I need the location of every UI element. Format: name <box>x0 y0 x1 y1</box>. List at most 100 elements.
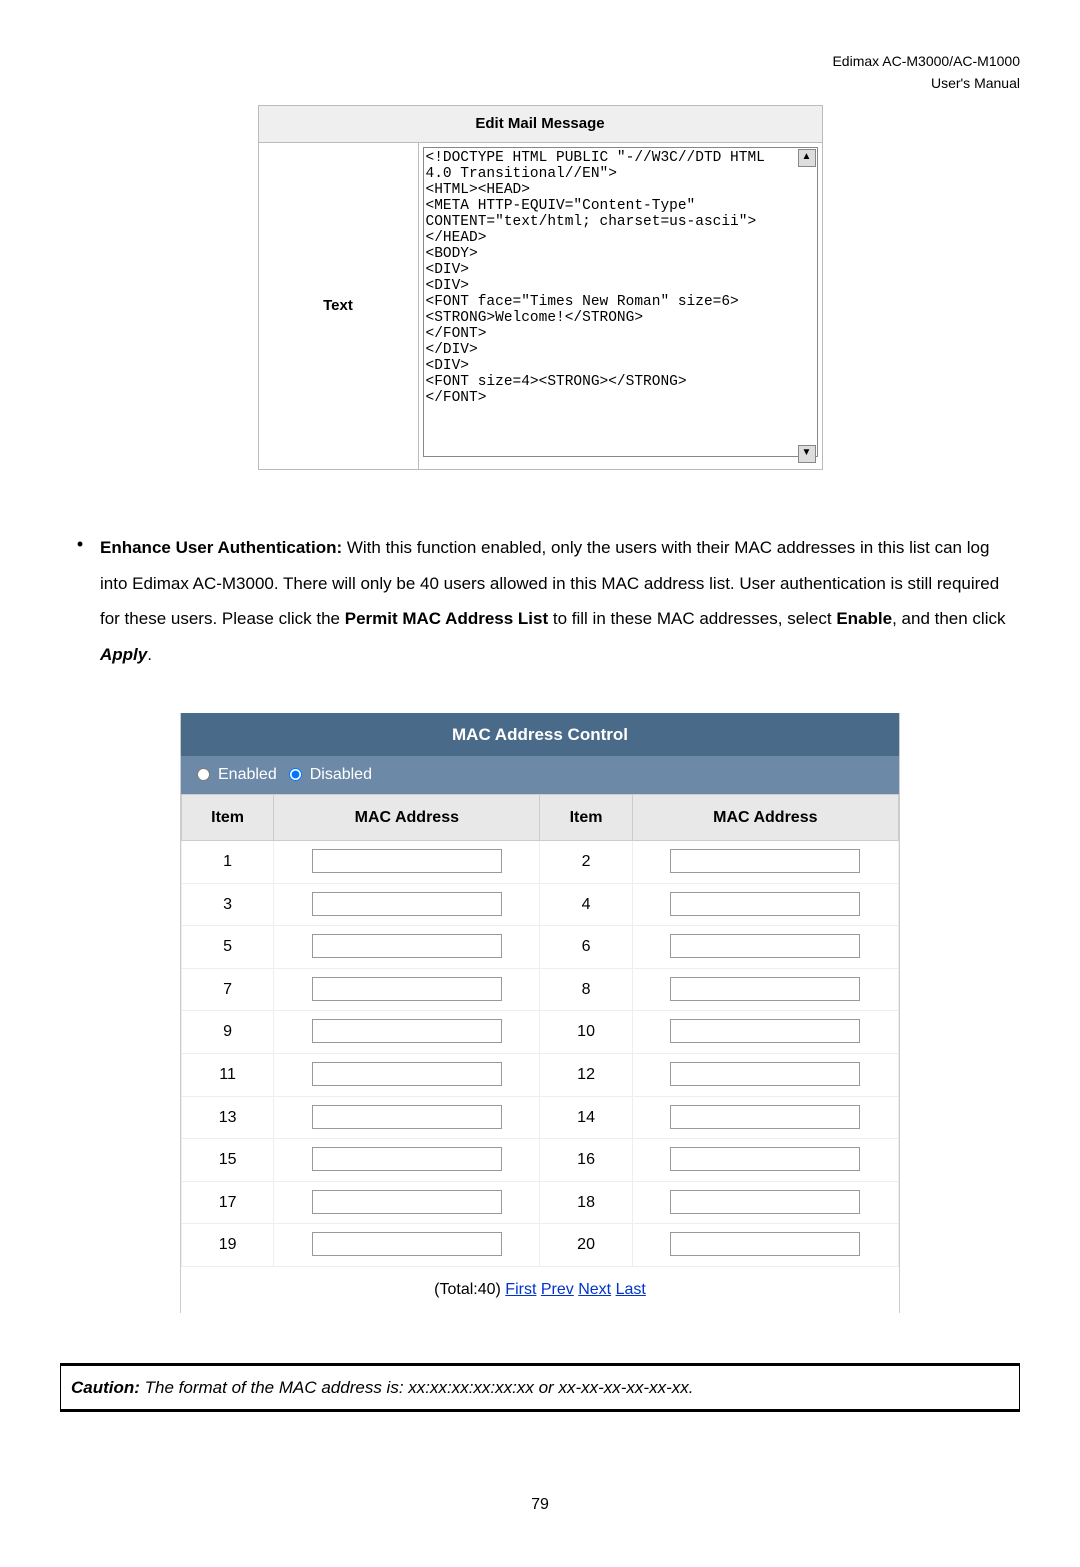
mac-input[interactable] <box>312 1147 502 1171</box>
table-row: 910 <box>182 1011 899 1054</box>
mac-input[interactable] <box>670 1190 860 1214</box>
enabled-label: Enabled <box>218 762 277 788</box>
mac-paging: (Total:40) First Prev Next Last <box>181 1267 899 1313</box>
paragraph-lead: Enhance User Authentication: <box>100 538 342 557</box>
table-row: 11 12 <box>182 1054 899 1097</box>
paragraph-body4: . <box>147 645 152 664</box>
doc-type: User's Manual <box>931 75 1020 91</box>
item-cell: 12 <box>540 1054 632 1097</box>
mac-cell <box>632 841 898 884</box>
item-cell: 16 <box>540 1139 632 1182</box>
product-name: Edimax AC-M3000/AC-M1000 <box>832 53 1020 69</box>
paragraph-enhance-auth: • Enhance User Authentication: With this… <box>60 530 1020 673</box>
radio-enabled[interactable] <box>197 768 210 781</box>
paragraph-body2: to fill in these MAC addresses, select <box>548 609 836 628</box>
table-row: 34 <box>182 883 899 926</box>
table-row: 12 <box>182 841 899 884</box>
item-cell: 14 <box>540 1096 632 1139</box>
mac-cell <box>632 968 898 1011</box>
bullet-icon: • <box>60 530 100 673</box>
item-cell: 11 <box>182 1054 274 1097</box>
item-cell: 17 <box>182 1181 274 1224</box>
paragraph-strong1: Permit MAC Address List <box>345 609 548 628</box>
mac-cell <box>274 1054 540 1097</box>
page-header: Edimax AC-M3000/AC-M1000 User's Manual <box>60 50 1020 95</box>
mac-input[interactable] <box>312 977 502 1001</box>
item-cell: 3 <box>182 883 274 926</box>
mac-input[interactable] <box>312 1105 502 1129</box>
item-cell: 20 <box>540 1224 632 1267</box>
edit-mail-title: Edit Mail Message <box>259 106 822 143</box>
mac-cell <box>274 841 540 884</box>
mac-input[interactable] <box>670 1105 860 1129</box>
mac-input[interactable] <box>670 977 860 1001</box>
table-row: 13 14 <box>182 1096 899 1139</box>
item-cell: 18 <box>540 1181 632 1224</box>
mac-input[interactable] <box>670 934 860 958</box>
mac-input[interactable] <box>670 849 860 873</box>
table-row: 1516 <box>182 1139 899 1182</box>
mac-input[interactable] <box>312 1019 502 1043</box>
scroll-up-icon[interactable]: ▲ <box>798 149 816 167</box>
paragraph-strong3: Apply <box>100 645 147 664</box>
mac-cell <box>632 883 898 926</box>
table-row: 1920 <box>182 1224 899 1267</box>
edit-mail-message-panel: Edit Mail Message Text ▲ ▼ <box>258 105 823 470</box>
edit-mail-textarea[interactable] <box>423 147 818 457</box>
mac-cell <box>274 926 540 969</box>
mac-cell <box>632 1224 898 1267</box>
mac-cell <box>632 1054 898 1097</box>
mac-input[interactable] <box>670 1019 860 1043</box>
mac-control-title: MAC Address Control <box>181 713 899 756</box>
mac-input[interactable] <box>312 1190 502 1214</box>
caution-box: Caution: The format of the MAC address i… <box>60 1363 1020 1412</box>
col-mac-2: MAC Address <box>632 794 898 841</box>
paging-prev[interactable]: Prev <box>541 1281 574 1298</box>
paging-total: (Total:40) <box>434 1281 505 1298</box>
mac-input[interactable] <box>312 1062 502 1086</box>
mac-input[interactable] <box>670 892 860 916</box>
mac-cell <box>632 926 898 969</box>
col-mac-1: MAC Address <box>274 794 540 841</box>
paging-next[interactable]: Next <box>578 1281 611 1298</box>
mac-input[interactable] <box>670 1147 860 1171</box>
item-cell: 4 <box>540 883 632 926</box>
mac-cell <box>274 1224 540 1267</box>
disabled-label: Disabled <box>310 762 372 788</box>
page-number: 79 <box>60 1492 1020 1518</box>
mac-address-table: Item MAC Address Item MAC Address 123456… <box>181 794 899 1268</box>
mac-input[interactable] <box>312 892 502 916</box>
mac-cell <box>632 1011 898 1054</box>
mac-cell <box>274 968 540 1011</box>
col-item-1: Item <box>182 794 274 841</box>
paragraph-body3: , and then click <box>892 609 1005 628</box>
paging-last[interactable]: Last <box>616 1281 646 1298</box>
item-cell: 1 <box>182 841 274 884</box>
mac-input[interactable] <box>670 1062 860 1086</box>
paging-first[interactable]: First <box>505 1281 536 1298</box>
item-cell: 15 <box>182 1139 274 1182</box>
mac-cell <box>632 1096 898 1139</box>
mac-address-control-panel: MAC Address Control Enabled Disabled Ite… <box>180 713 900 1313</box>
mac-cell <box>632 1139 898 1182</box>
mac-input[interactable] <box>670 1232 860 1256</box>
caution-text: The format of the MAC address is: xx:xx:… <box>140 1378 694 1397</box>
radio-disabled[interactable] <box>289 768 302 781</box>
table-row: 78 <box>182 968 899 1011</box>
mac-cell <box>274 1181 540 1224</box>
col-item-2: Item <box>540 794 632 841</box>
mac-cell <box>274 883 540 926</box>
item-cell: 7 <box>182 968 274 1011</box>
scroll-down-icon[interactable]: ▼ <box>798 445 816 463</box>
mac-cell <box>632 1181 898 1224</box>
mac-input[interactable] <box>312 1232 502 1256</box>
item-cell: 9 <box>182 1011 274 1054</box>
edit-mail-text-label: Text <box>259 143 419 469</box>
item-cell: 13 <box>182 1096 274 1139</box>
mac-input[interactable] <box>312 849 502 873</box>
item-cell: 6 <box>540 926 632 969</box>
table-row: 1718 <box>182 1181 899 1224</box>
paragraph-strong2: Enable <box>836 609 892 628</box>
item-cell: 8 <box>540 968 632 1011</box>
mac-input[interactable] <box>312 934 502 958</box>
